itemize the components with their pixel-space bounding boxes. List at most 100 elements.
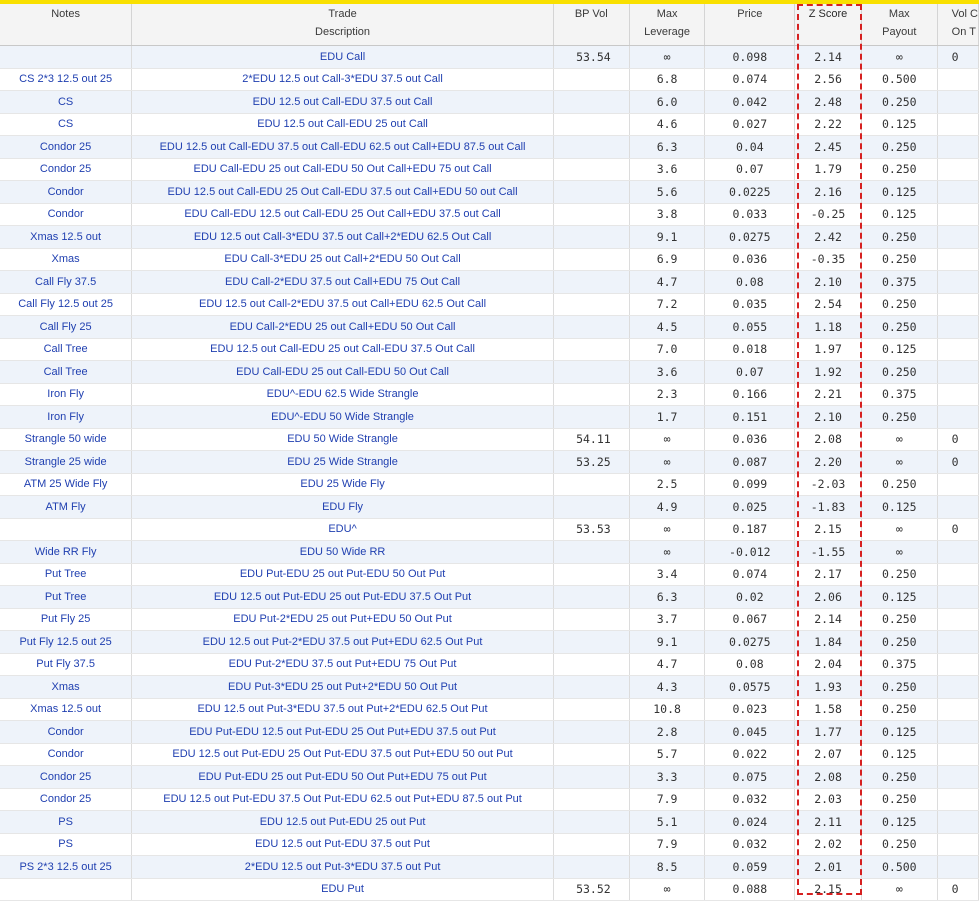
- notes-cell: [0, 518, 133, 541]
- table-row[interactable]: Put Tree EDU 12.5 out Put-EDU 25 out Put-…: [0, 585, 979, 609]
- notes-cell: CS: [0, 90, 133, 114]
- max-leverage-cell: 7.2: [629, 293, 706, 316]
- price-cell: 0.088: [704, 878, 796, 901]
- z-score-cell: 2.21: [794, 383, 862, 406]
- bp-vol-cell: [553, 405, 630, 429]
- table-row[interactable]: Call Fly 25 EDU Call-2*EDU 25 out Call+ED…: [0, 315, 979, 339]
- table-row[interactable]: Condor EDU 12.5 out Call-EDU 25 Out Call-…: [0, 180, 979, 204]
- table-row[interactable]: Condor EDU Call-EDU 12.5 out Call-EDU 25 …: [0, 203, 979, 226]
- vol-cell: [937, 135, 979, 159]
- col-header-lev-line1: Max: [656, 8, 678, 20]
- table-row[interactable]: CS 2*3 12.5 out 25 2*EDU 12.5 out Call-3*…: [0, 68, 979, 91]
- col-header-bpvol-label: BP Vol: [574, 8, 608, 20]
- max-payout-cell: 0.375: [861, 383, 938, 406]
- max-payout-cell: 0.125: [861, 585, 938, 609]
- bp-vol-cell: 53.53: [553, 518, 630, 541]
- table-row[interactable]: Xmas EDU Put-3*EDU 25 out Put+2*EDU 50 Ou…: [0, 675, 979, 699]
- table-row[interactable]: CS EDU 12.5 out Call-EDU 37.5 out Call 6.0…: [0, 90, 979, 114]
- vol-cell: [937, 585, 979, 609]
- table-row[interactable]: Call Tree EDU Call-EDU 25 out Call-EDU 50…: [0, 360, 979, 384]
- notes-cell: Call Tree: [0, 338, 133, 361]
- max-leverage-cell: ∞: [629, 428, 706, 451]
- table-row[interactable]: ATM Fly EDU Fly 4.9 0.025 -1.83 0.125: [0, 495, 979, 519]
- trade-description-cell: 2*EDU 12.5 out Put-3*EDU 37.5 out Put: [131, 855, 554, 879]
- table-row[interactable]: Condor 25 EDU 12.5 out Call-EDU 37.5 out …: [0, 135, 979, 159]
- table-row[interactable]: EDU Put 53.52 ∞ 0.088 2.15 ∞ 0: [0, 878, 979, 901]
- table-row[interactable]: Iron Fly EDU^-EDU 50 Wide Strangle 1.7 0.15…: [0, 405, 979, 429]
- max-payout-cell: 0.250: [861, 405, 938, 429]
- table-row[interactable]: CS EDU 12.5 out Call-EDU 25 out Call 4.6 0.…: [0, 113, 979, 136]
- trade-description-cell: EDU 12.5 out Put-2*EDU 37.5 out Put+EDU …: [131, 630, 554, 654]
- table-row[interactable]: Put Fly 37.5 EDU Put-2*EDU 37.5 out Put+E…: [0, 653, 979, 676]
- table-row[interactable]: Xmas 12.5 out EDU 12.5 out Put-3*EDU 37.5…: [0, 698, 979, 721]
- notes-cell: [0, 45, 133, 69]
- max-leverage-cell: 4.6: [629, 113, 706, 136]
- price-cell: 0.151: [704, 405, 796, 429]
- price-cell: 0.08: [704, 653, 796, 676]
- z-score-cell: 1.93: [794, 675, 862, 699]
- bp-vol-cell: [553, 225, 630, 249]
- table-row[interactable]: Xmas EDU Call-3*EDU 25 out Call+2*EDU 50 …: [0, 248, 979, 271]
- table-row[interactable]: Xmas 12.5 out EDU 12.5 out Call-3*EDU 37.…: [0, 225, 979, 249]
- col-header-z-score[interactable]: Z Score: [794, 4, 862, 46]
- notes-cell: Xmas: [0, 248, 133, 271]
- table-row[interactable]: Condor 25 EDU 12.5 out Put-EDU 37.5 Out P…: [0, 788, 979, 811]
- table-row[interactable]: Strangle 25 wide EDU 25 Wide Strangle 53.2…: [0, 450, 979, 474]
- bp-vol-cell: 53.25: [553, 450, 630, 474]
- price-cell: 0.035: [704, 293, 796, 316]
- bp-vol-cell: [553, 293, 630, 316]
- table-row[interactable]: Condor EDU 12.5 out Put-EDU 25 Out Put-ED…: [0, 743, 979, 766]
- vol-cell: [937, 68, 979, 91]
- notes-cell: Wide RR Fly: [0, 540, 133, 564]
- table-row[interactable]: Condor 25 EDU Put-EDU 25 out Put-EDU 50 O…: [0, 765, 979, 789]
- vol-cell: [937, 113, 979, 136]
- max-payout-cell: 0.125: [861, 810, 938, 834]
- bp-vol-cell: [553, 585, 630, 609]
- notes-cell: Put Fly 12.5 out 25: [0, 630, 133, 654]
- col-header-max-payout[interactable]: Max Payout: [861, 4, 938, 46]
- max-leverage-cell: 7.0: [629, 338, 706, 361]
- table-row[interactable]: PS EDU 12.5 out Put-EDU 37.5 out Put 7.9 0.…: [0, 833, 979, 856]
- max-leverage-cell: 9.1: [629, 225, 706, 249]
- notes-cell: Condor 25: [0, 765, 133, 789]
- z-score-cell: 2.42: [794, 225, 862, 249]
- col-header-price[interactable]: Price: [704, 4, 796, 46]
- col-header-max-leverage[interactable]: Max Leverage: [629, 4, 706, 46]
- table-row[interactable]: EDU^ 53.53 ∞ 0.187 2.15 ∞ 0: [0, 518, 979, 541]
- max-leverage-cell: 6.3: [629, 585, 706, 609]
- trade-description-cell: EDU Put-3*EDU 25 out Put+2*EDU 50 Out Pu…: [131, 675, 554, 699]
- bp-vol-cell: [553, 720, 630, 744]
- bp-vol-cell: [553, 630, 630, 654]
- col-header-vol[interactable]: Vol C On T: [937, 4, 979, 46]
- table-row[interactable]: EDU Call 53.54 ∞ 0.098 2.14 ∞ 0: [0, 45, 979, 69]
- table-row[interactable]: Call Fly 12.5 out 25 EDU 12.5 out Call-2*…: [0, 293, 979, 316]
- price-cell: 0.07: [704, 360, 796, 384]
- trade-description-cell: EDU Call-3*EDU 25 out Call+2*EDU 50 Out …: [131, 248, 554, 271]
- table-row[interactable]: PS 2*3 12.5 out 25 2*EDU 12.5 out Put-3*E…: [0, 855, 979, 879]
- max-payout-cell: 0.250: [861, 563, 938, 586]
- table-row[interactable]: Call Tree EDU 12.5 out Call-EDU 25 out Ca…: [0, 338, 979, 361]
- max-leverage-cell: ∞: [629, 518, 706, 541]
- table-row[interactable]: ATM 25 Wide Fly EDU 25 Wide Fly 2.5 0.099 -2…: [0, 473, 979, 496]
- table-row[interactable]: Condor 25 EDU Call-EDU 25 out Call-EDU 50…: [0, 158, 979, 181]
- table-row[interactable]: Iron Fly EDU^-EDU 62.5 Wide Strangle 2.3 0.…: [0, 383, 979, 406]
- table-row[interactable]: Wide RR Fly EDU 50 Wide RR ∞ -0.012 -1.55 ∞: [0, 540, 979, 564]
- table-row[interactable]: Call Fly 37.5 EDU Call-2*EDU 37.5 out Cal…: [0, 270, 979, 294]
- table-row[interactable]: PS EDU 12.5 out Put-EDU 25 out Put 5.1 0.02…: [0, 810, 979, 834]
- table-row[interactable]: Put Fly 12.5 out 25 EDU 12.5 out Put-2*ED…: [0, 630, 979, 654]
- price-cell: 0.025: [704, 495, 796, 519]
- table-row[interactable]: Strangle 50 wide EDU 50 Wide Strangle 54.1…: [0, 428, 979, 451]
- price-cell: 0.087: [704, 450, 796, 474]
- col-header-bp-vol[interactable]: BP Vol: [553, 4, 630, 46]
- max-payout-cell: 0.250: [861, 90, 938, 114]
- max-payout-cell: 0.375: [861, 653, 938, 676]
- max-leverage-cell: 1.7: [629, 405, 706, 429]
- col-header-desc-line1: Trade: [328, 8, 357, 20]
- col-header-trade-description[interactable]: Trade Description: [131, 4, 554, 46]
- col-header-notes[interactable]: Notes: [0, 4, 133, 46]
- table-row[interactable]: Condor EDU Put-EDU 12.5 out Put-EDU 25 Ou…: [0, 720, 979, 744]
- table-row[interactable]: Put Tree EDU Put-EDU 25 out Put-EDU 50 Ou…: [0, 563, 979, 586]
- bp-vol-cell: [553, 315, 630, 339]
- table-row[interactable]: Put Fly 25 EDU Put-2*EDU 25 out Put+EDU 5…: [0, 608, 979, 631]
- max-payout-cell: 0.125: [861, 113, 938, 136]
